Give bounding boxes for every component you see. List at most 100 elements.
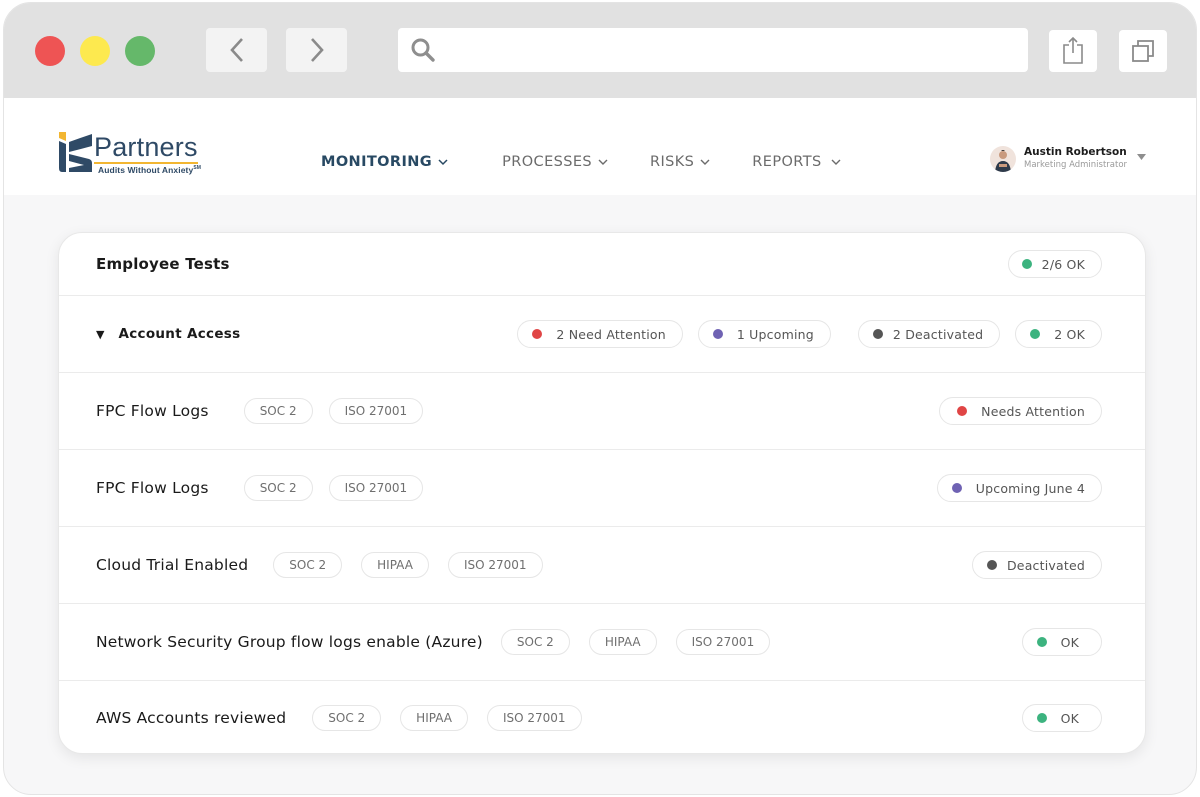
count-badge-attention[interactable]: 2 Need Attention [517, 320, 683, 348]
group-title: Account Access [118, 326, 241, 342]
status-dot-attention [532, 329, 543, 339]
count-badge-upcoming[interactable]: 1 Upcoming [697, 320, 831, 348]
service-mark: SM [193, 165, 202, 172]
maximize-window-button[interactable] [125, 36, 155, 66]
test-name: Network Security Group flow logs enable … [96, 633, 483, 651]
share-button[interactable] [1049, 30, 1097, 72]
caret-down-icon [1137, 154, 1147, 160]
employee-tests-card: Employee Tests 2/6 OK ▼ Account Access 2… [58, 232, 1146, 754]
framework-tag: HIPAA [400, 705, 468, 731]
address-bar[interactable] [398, 28, 1028, 72]
nav-processes-label: PROCESSES [502, 154, 593, 170]
status-badge: Needs Attention [939, 397, 1102, 425]
chevron-down-icon [700, 159, 710, 165]
framework-tag: SOC 2 [500, 629, 570, 655]
status-dot-ok [1036, 713, 1047, 723]
brand-logo-mark-icon [59, 132, 92, 172]
chevron-down-icon [831, 159, 841, 165]
user-name: Austin Robertson [1024, 146, 1127, 158]
framework-tag: SOC 2 [243, 398, 313, 424]
nav-reports-label: REPORTS [752, 154, 822, 170]
brand-logo[interactable]: Partners Audits Without AnxietySM [56, 132, 201, 175]
framework-tag: ISO 27001 [486, 705, 582, 731]
status-label: OK [1060, 710, 1079, 726]
status-badge: OK [1021, 704, 1102, 732]
group-row-account-access[interactable]: ▼ Account Access 2 Need Attention 1 Upco… [59, 296, 1145, 373]
address-input[interactable] [444, 28, 1028, 72]
summary-status-label: 2/6 OK [1041, 256, 1085, 272]
back-button[interactable] [206, 28, 267, 72]
framework-tag: ISO 27001 [675, 629, 771, 655]
brand-name: Partners [94, 132, 198, 164]
main-nav: MONITORING PROCESSES RISKS REPORTS [321, 154, 841, 170]
count-label: 2 Deactivated [892, 326, 984, 342]
user-role: Marketing Administrator [1024, 160, 1128, 170]
brand-tagline-text: Audits Without Anxiety [98, 165, 194, 175]
nav-monitoring-label: MONITORING [321, 154, 433, 170]
chevron-down-icon [438, 158, 448, 165]
status-dot-deactivated [986, 560, 997, 570]
user-menu[interactable]: Austin Robertson Marketing Administrator [990, 146, 1147, 172]
framework-tag: SOC 2 [312, 705, 382, 731]
status-label: Upcoming June 4 [975, 480, 1085, 496]
test-row[interactable]: FPC Flow Logs SOC 2 ISO 27001 Upcoming J… [59, 450, 1145, 527]
status-badge: OK [1021, 628, 1102, 656]
framework-tag: ISO 27001 [328, 398, 424, 424]
count-label: 2 OK [1054, 326, 1085, 342]
nav-risks-label: RISKS [650, 154, 695, 170]
share-icon [1063, 36, 1083, 64]
app-header: Partners Audits Without AnxietySM MONITO… [4, 98, 1196, 195]
minimize-window-button[interactable] [80, 36, 110, 66]
avatar [990, 146, 1016, 172]
status-label: OK [1060, 634, 1079, 650]
test-row[interactable]: Cloud Trial Enabled SOC 2 HIPAA ISO 2700… [59, 527, 1145, 604]
status-dot-deactivated [872, 329, 883, 339]
test-row[interactable]: FPC Flow Logs SOC 2 ISO 27001 Needs Atte… [59, 373, 1145, 450]
nav-monitoring[interactable]: MONITORING [321, 154, 448, 170]
status-dot-upcoming [951, 483, 962, 493]
chevron-right-icon [310, 38, 324, 62]
status-badge: Deactivated [971, 551, 1102, 579]
nav-risks[interactable]: RISKS [650, 154, 710, 170]
summary-status-badge: 2/6 OK [1007, 250, 1102, 278]
user-photo-icon [995, 150, 1011, 172]
framework-tag: HIPAA [361, 552, 429, 578]
expand-caret-icon[interactable]: ▼ [96, 328, 104, 341]
status-dot-attention [957, 406, 968, 416]
status-dot-upcoming [712, 329, 723, 339]
nav-reports[interactable]: REPORTS [752, 154, 841, 170]
framework-tag: ISO 27001 [447, 552, 543, 578]
brand-tagline: Audits Without AnxietySM [94, 165, 201, 175]
close-window-button[interactable] [35, 36, 65, 66]
framework-tag: ISO 27001 [328, 475, 424, 501]
card-header: Employee Tests 2/6 OK [59, 233, 1145, 296]
test-name: FPC Flow Logs [96, 402, 209, 420]
chevron-down-icon [598, 159, 608, 165]
tabs-icon [1132, 40, 1154, 62]
count-badge-deactivated[interactable]: 2 Deactivated [857, 320, 1001, 348]
test-name: FPC Flow Logs [96, 479, 209, 497]
test-row[interactable]: AWS Accounts reviewed SOC 2 HIPAA ISO 27… [59, 681, 1145, 753]
status-badge: Upcoming June 4 [936, 474, 1102, 502]
count-badge-ok[interactable]: 2 OK [1015, 320, 1102, 348]
tabs-button[interactable] [1119, 30, 1167, 72]
forward-button[interactable] [286, 28, 347, 72]
count-label: 2 Need Attention [556, 326, 666, 342]
browser-toolbar [4, 3, 1196, 98]
chevron-left-icon [229, 38, 243, 62]
test-row[interactable]: Network Security Group flow logs enable … [59, 604, 1145, 681]
status-dot-ok [1036, 637, 1047, 647]
card-title: Employee Tests [96, 255, 230, 273]
status-label: Needs Attention [981, 403, 1085, 419]
framework-tag: HIPAA [588, 629, 657, 655]
status-dot-ok [1021, 259, 1032, 269]
framework-tag: SOC 2 [273, 552, 343, 578]
nav-processes[interactable]: PROCESSES [502, 154, 608, 170]
framework-tag: SOC 2 [243, 475, 313, 501]
search-icon [411, 38, 435, 62]
browser-window: Partners Audits Without AnxietySM MONITO… [3, 2, 1197, 795]
count-label: 1 Upcoming [736, 326, 814, 342]
status-label: Deactivated [1006, 557, 1085, 573]
test-name: Cloud Trial Enabled [96, 556, 249, 574]
test-name: AWS Accounts reviewed [96, 709, 287, 727]
